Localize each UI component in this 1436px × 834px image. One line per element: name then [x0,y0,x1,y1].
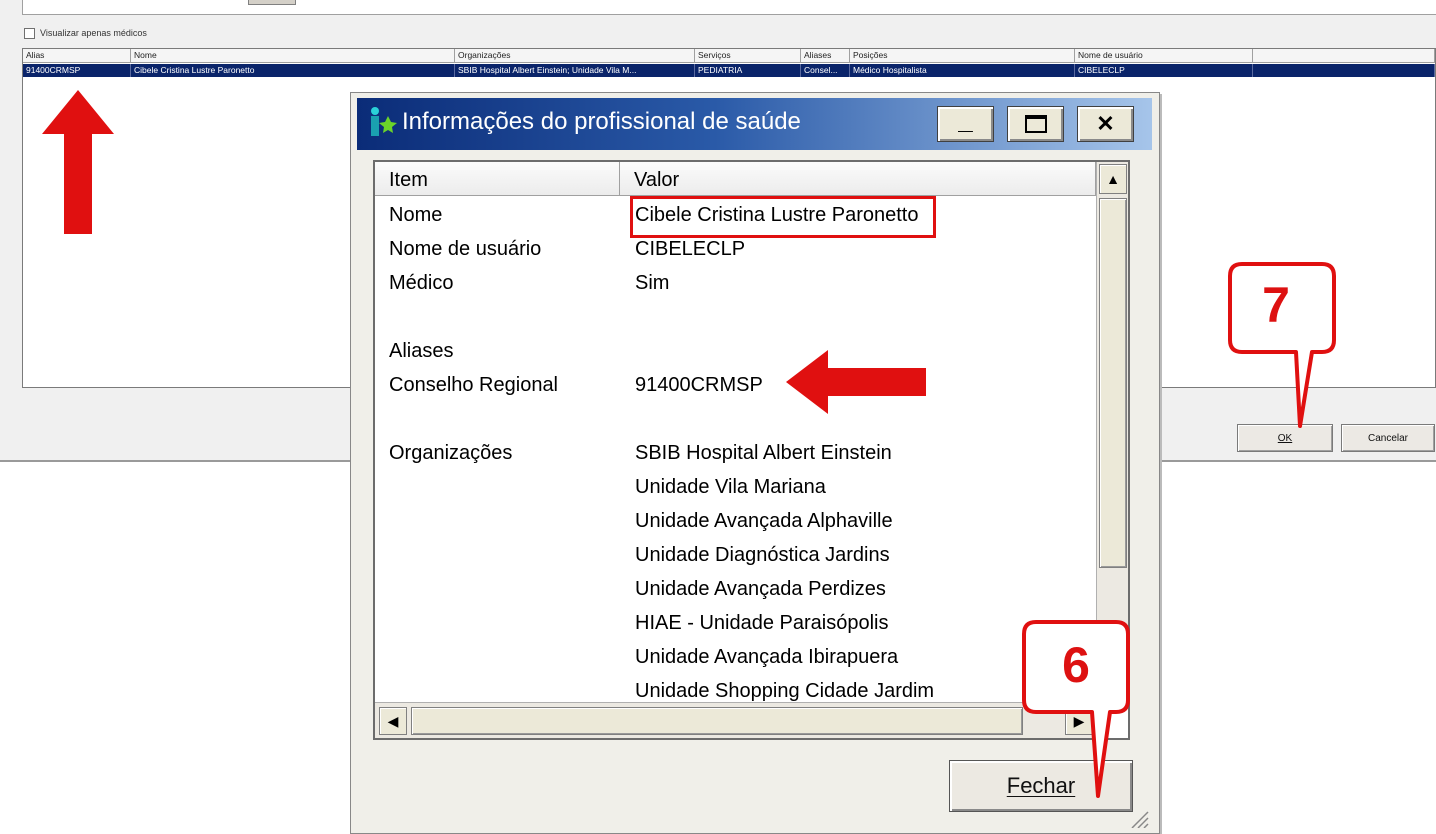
row-value-organizacao-4: Unidade Diagnóstica Jardins [635,544,890,566]
ok-button-label: OK [1277,432,1293,444]
column-filler [1253,49,1435,63]
info-listview[interactable]: Item Valor Nome Cibele Cristina Lustre P… [373,160,1130,740]
scroll-left-button[interactable]: ◀ [379,707,407,735]
only-doctors-checkbox-row[interactable]: Visualizar apenas médicos [24,26,147,40]
only-doctors-label: Visualizar apenas médicos [40,28,147,38]
maximize-button[interactable] [1007,106,1064,142]
maximize-icon [1024,115,1047,133]
row-value-organizacao-7: Unidade Avançada Ibirapuera [635,646,899,668]
cell-filler [1253,64,1435,77]
column-aliases[interactable]: Aliases [801,49,850,63]
column-valor[interactable]: Valor [620,162,1096,196]
highlight-box-nome [630,196,936,238]
arrow-left-icon: ◀ [387,712,399,729]
row-item-conselho-regional: Conselho Regional [389,374,559,396]
row-value-nome-usuario: CIBELECLP [635,238,746,260]
cell-nome: Cibele Cristina Lustre Paronetto [131,64,455,77]
cell-posicoes: Médico Hospitalista [850,64,1075,77]
scroll-up-button[interactable]: ▲ [1099,164,1127,194]
row-value-conselho-regional: 91400CRMSP [635,374,763,396]
minimize-button[interactable]: _ [937,104,994,142]
close-window-button[interactable]: ✕ [1077,106,1134,142]
info-listview-header: Item Valor [375,162,1096,196]
callout-6-number: 6 [1062,637,1090,693]
row-item-aliases: Aliases [389,340,454,362]
row-item-medico: Médico [389,272,454,294]
callout-7-number: 7 [1262,277,1290,333]
vertical-scroll-thumb[interactable] [1099,198,1127,568]
horizontal-scrollbar[interactable]: ◀ ▶ [375,702,1096,738]
column-organizacoes[interactable]: Organizações [455,49,695,63]
row-value-organizacao-3: Unidade Avançada Alphaville [635,510,893,532]
column-item[interactable]: Item [375,162,620,196]
row-item-nome: Nome [389,204,443,226]
row-item-organizacoes: Organizações [389,442,513,464]
row-item-nome-usuario: Nome de usuário [389,238,542,260]
cell-servicos: PEDIATRIA [695,64,801,77]
row-value-organizacao-6: HIAE - Unidade Paraisópolis [635,612,889,634]
column-servicos[interactable]: Serviços [695,49,801,63]
cell-aliases: Consel... [801,64,850,77]
column-posicoes[interactable]: Posições [850,49,1075,63]
cell-organizacoes: SBIB Hospital Albert Einstein; Unidade V… [455,64,695,77]
cell-nome-usuario: CIBELECLP [1075,64,1253,77]
cancel-button[interactable]: Cancelar [1341,424,1435,452]
search-field[interactable] [22,0,1436,15]
column-alias[interactable]: Alias [23,49,131,63]
column-nome-usuario[interactable]: Nome de usuário [1075,49,1253,63]
only-doctors-checkbox[interactable] [24,27,35,39]
search-button[interactable] [248,0,296,5]
annotation-arrow-left-icon [786,350,926,414]
resize-grip-icon[interactable] [1126,808,1150,828]
row-value-organizacao-1: SBIB Hospital Albert Einstein [635,442,892,464]
horizontal-scroll-thumb[interactable] [411,707,1023,735]
cancel-button-label: Cancelar [1367,432,1409,444]
row-value-organizacao-5: Unidade Avançada Perdizes [635,578,886,600]
arrow-up-icon: ▲ [1106,171,1120,187]
professionals-list-header: Alias Nome Organizações Serviços Aliases… [23,49,1435,63]
doctor-icon [371,107,397,136]
cell-alias: 91400CRMSP [23,64,131,77]
row-value-medico: Sim [635,272,670,294]
column-nome[interactable]: Nome [131,49,455,63]
minimize-icon: _ [958,104,973,135]
annotation-arrow-up-icon [42,90,114,234]
row-value-organizacao-2: Unidade Vila Mariana [635,476,826,498]
table-row[interactable]: 91400CRMSP Cibele Cristina Lustre Parone… [23,64,1435,77]
dialog-title: Informações do profissional de saúde [402,108,801,135]
row-value-organizacao-8: Unidade Shopping Cidade Jardim [635,680,935,702]
close-icon: ✕ [1096,111,1115,136]
